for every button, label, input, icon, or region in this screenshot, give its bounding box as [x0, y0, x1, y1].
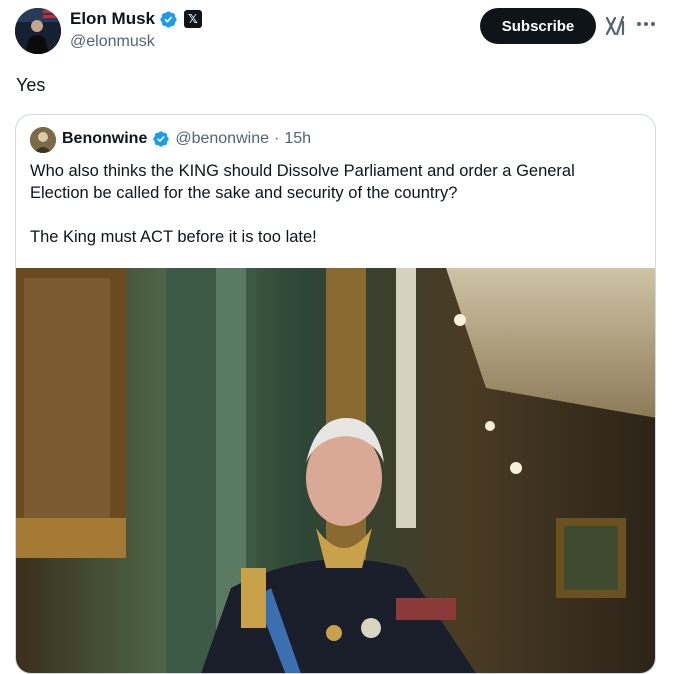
quoted-timestamp[interactable]: 15h	[284, 130, 311, 148]
separator-dot: ·	[273, 130, 280, 147]
quoted-tweet-header: Benonwine @benonwine · 15h	[62, 130, 311, 148]
quoted-author-avatar[interactable]	[30, 127, 56, 153]
quoted-tweet[interactable]: Benonwine @benonwine · 15h Who also thin…	[15, 114, 656, 674]
x-logo-icon: 𝕏	[184, 10, 203, 28]
more-options-icon[interactable]	[636, 12, 656, 36]
quoted-tweet-image[interactable]	[16, 268, 656, 674]
grok-icon[interactable]	[604, 14, 628, 38]
quoted-paragraph-2: The King must ACT before it is too late!	[30, 228, 317, 246]
author-avatar[interactable]	[15, 8, 61, 54]
author-display-name[interactable]: Elon Musk	[70, 9, 155, 29]
author-handle[interactable]: @elonmusk	[70, 33, 155, 51]
tweet: Elon Musk 𝕏 @elonmusk Subscribe Yes Beno…	[0, 0, 700, 674]
tweet-text: Yes	[16, 75, 46, 95]
quoted-author-name[interactable]: Benonwine	[62, 130, 147, 148]
quoted-paragraph-1: Who also thinks the KING should Dissolve…	[30, 162, 575, 202]
verified-badge-icon	[160, 10, 177, 28]
verified-badge-icon	[153, 131, 170, 147]
author-name-row: Elon Musk 𝕏	[70, 9, 203, 29]
subscribe-button[interactable]: Subscribe	[480, 8, 596, 44]
quoted-author-handle[interactable]: @benonwine	[175, 130, 269, 148]
quoted-tweet-text: Who also thinks the KING should Dissolve…	[30, 160, 630, 248]
